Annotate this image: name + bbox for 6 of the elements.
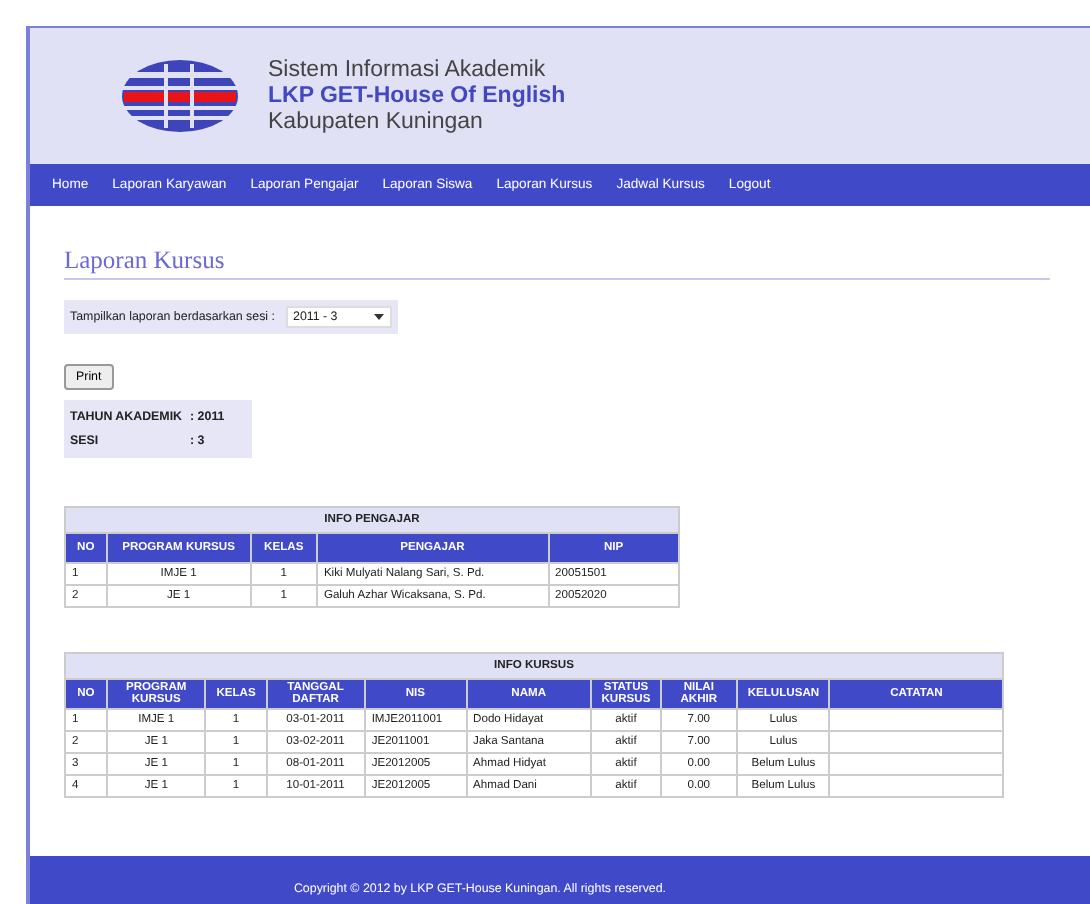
caret-icon [373, 314, 383, 320]
system-title: Sistem Informasi Akademik [268, 57, 548, 83]
logo [120, 58, 240, 134]
page-title: Laporan Kursus [64, 246, 1050, 280]
institution-name: LKP GET-House Of English [268, 83, 566, 109]
region-name: Kabupaten Kuningan [268, 109, 485, 135]
